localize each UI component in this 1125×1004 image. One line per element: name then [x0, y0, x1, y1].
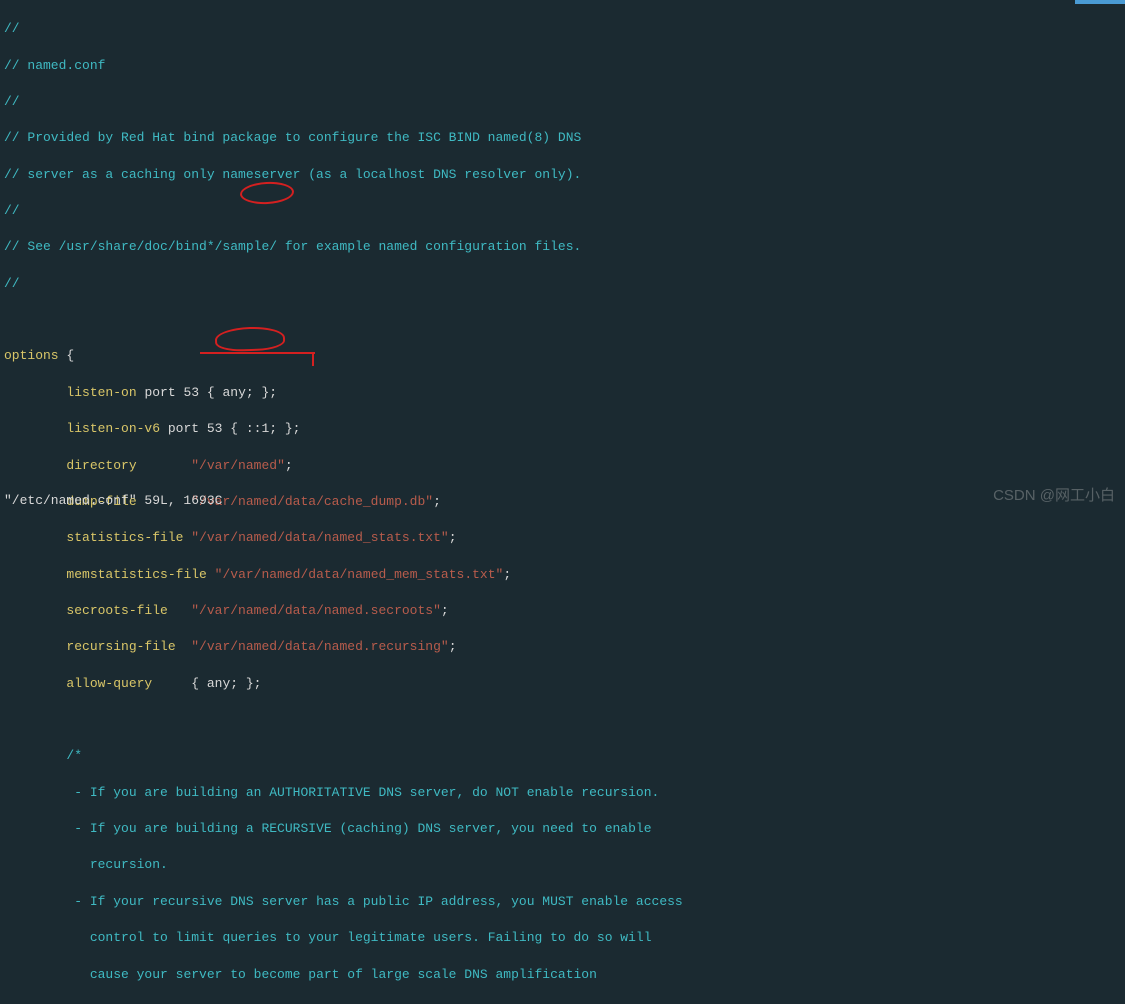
- pad: [207, 567, 215, 582]
- allow-query-any: any;: [207, 676, 238, 691]
- pad: [137, 458, 192, 473]
- recursing-val: "/var/named/data/named.recursing": [191, 639, 448, 654]
- stats-file-key: statistics-file: [66, 530, 183, 545]
- stats-file-val: "/var/named/data/named_stats.txt": [191, 530, 448, 545]
- csdn-watermark: CSDN @网工小白: [993, 485, 1115, 506]
- listen-on-rest: port 53 {: [137, 385, 223, 400]
- block-comment-line: - If you are building a RECURSIVE (cachi…: [66, 821, 651, 836]
- semi: ;: [441, 603, 449, 618]
- semi: ;: [449, 530, 457, 545]
- options-keyword: options: [4, 348, 59, 363]
- allow-query-end: };: [238, 676, 261, 691]
- vim-status-line: "/etc/named.conf" 59L, 1693C: [4, 492, 222, 510]
- recursing-key: recursing-file: [66, 639, 175, 654]
- dump-file-val: "/var/named/data/cache_dump.db": [191, 494, 433, 509]
- comment-line: //: [4, 94, 20, 109]
- pad: [168, 603, 191, 618]
- block-comment-line: - If your recursive DNS server has a pub…: [66, 894, 682, 909]
- directory-val: "/var/named": [191, 458, 285, 473]
- semi: ;: [503, 567, 511, 582]
- semi: ;: [449, 639, 457, 654]
- brace: {: [59, 348, 75, 363]
- memstats-val: "/var/named/data/named_mem_stats.txt": [215, 567, 504, 582]
- allow-query-rest: {: [152, 676, 207, 691]
- memstats-key: memstatistics-file: [66, 567, 206, 582]
- listen-on-v6-key: listen-on-v6: [66, 421, 160, 436]
- comment-line: // named.conf: [4, 58, 105, 73]
- pad: [183, 530, 191, 545]
- pad: [176, 639, 192, 654]
- semi: ;: [285, 458, 293, 473]
- block-comment-line: recursion.: [66, 857, 167, 872]
- top-accent-bar: [1075, 0, 1125, 4]
- listen-on-v6-rest: port 53 { ::1; };: [160, 421, 300, 436]
- listen-on-key: listen-on: [66, 385, 136, 400]
- block-comment-line: cause your server to become part of larg…: [66, 967, 597, 982]
- listen-on-any: any;: [222, 385, 253, 400]
- block-comment-line: - If you are building an AUTHORITATIVE D…: [66, 785, 659, 800]
- directory-key: directory: [66, 458, 136, 473]
- secroots-key: secroots-file: [66, 603, 167, 618]
- listen-on-end: };: [254, 385, 277, 400]
- secroots-val: "/var/named/data/named.secroots": [191, 603, 441, 618]
- comment-line: // See /usr/share/doc/bind*/sample/ for …: [4, 239, 581, 254]
- comment-line: // Provided by Red Hat bind package to c…: [4, 130, 581, 145]
- block-comment-open: /*: [66, 748, 82, 763]
- comment-line: //: [4, 21, 20, 36]
- comment-line: // server as a caching only nameserver (…: [4, 167, 581, 182]
- semi: ;: [433, 494, 441, 509]
- comment-line: //: [4, 203, 20, 218]
- block-comment-line: control to limit queries to your legitim…: [66, 930, 651, 945]
- comment-line: //: [4, 276, 20, 291]
- allow-query-key: allow-query: [66, 676, 152, 691]
